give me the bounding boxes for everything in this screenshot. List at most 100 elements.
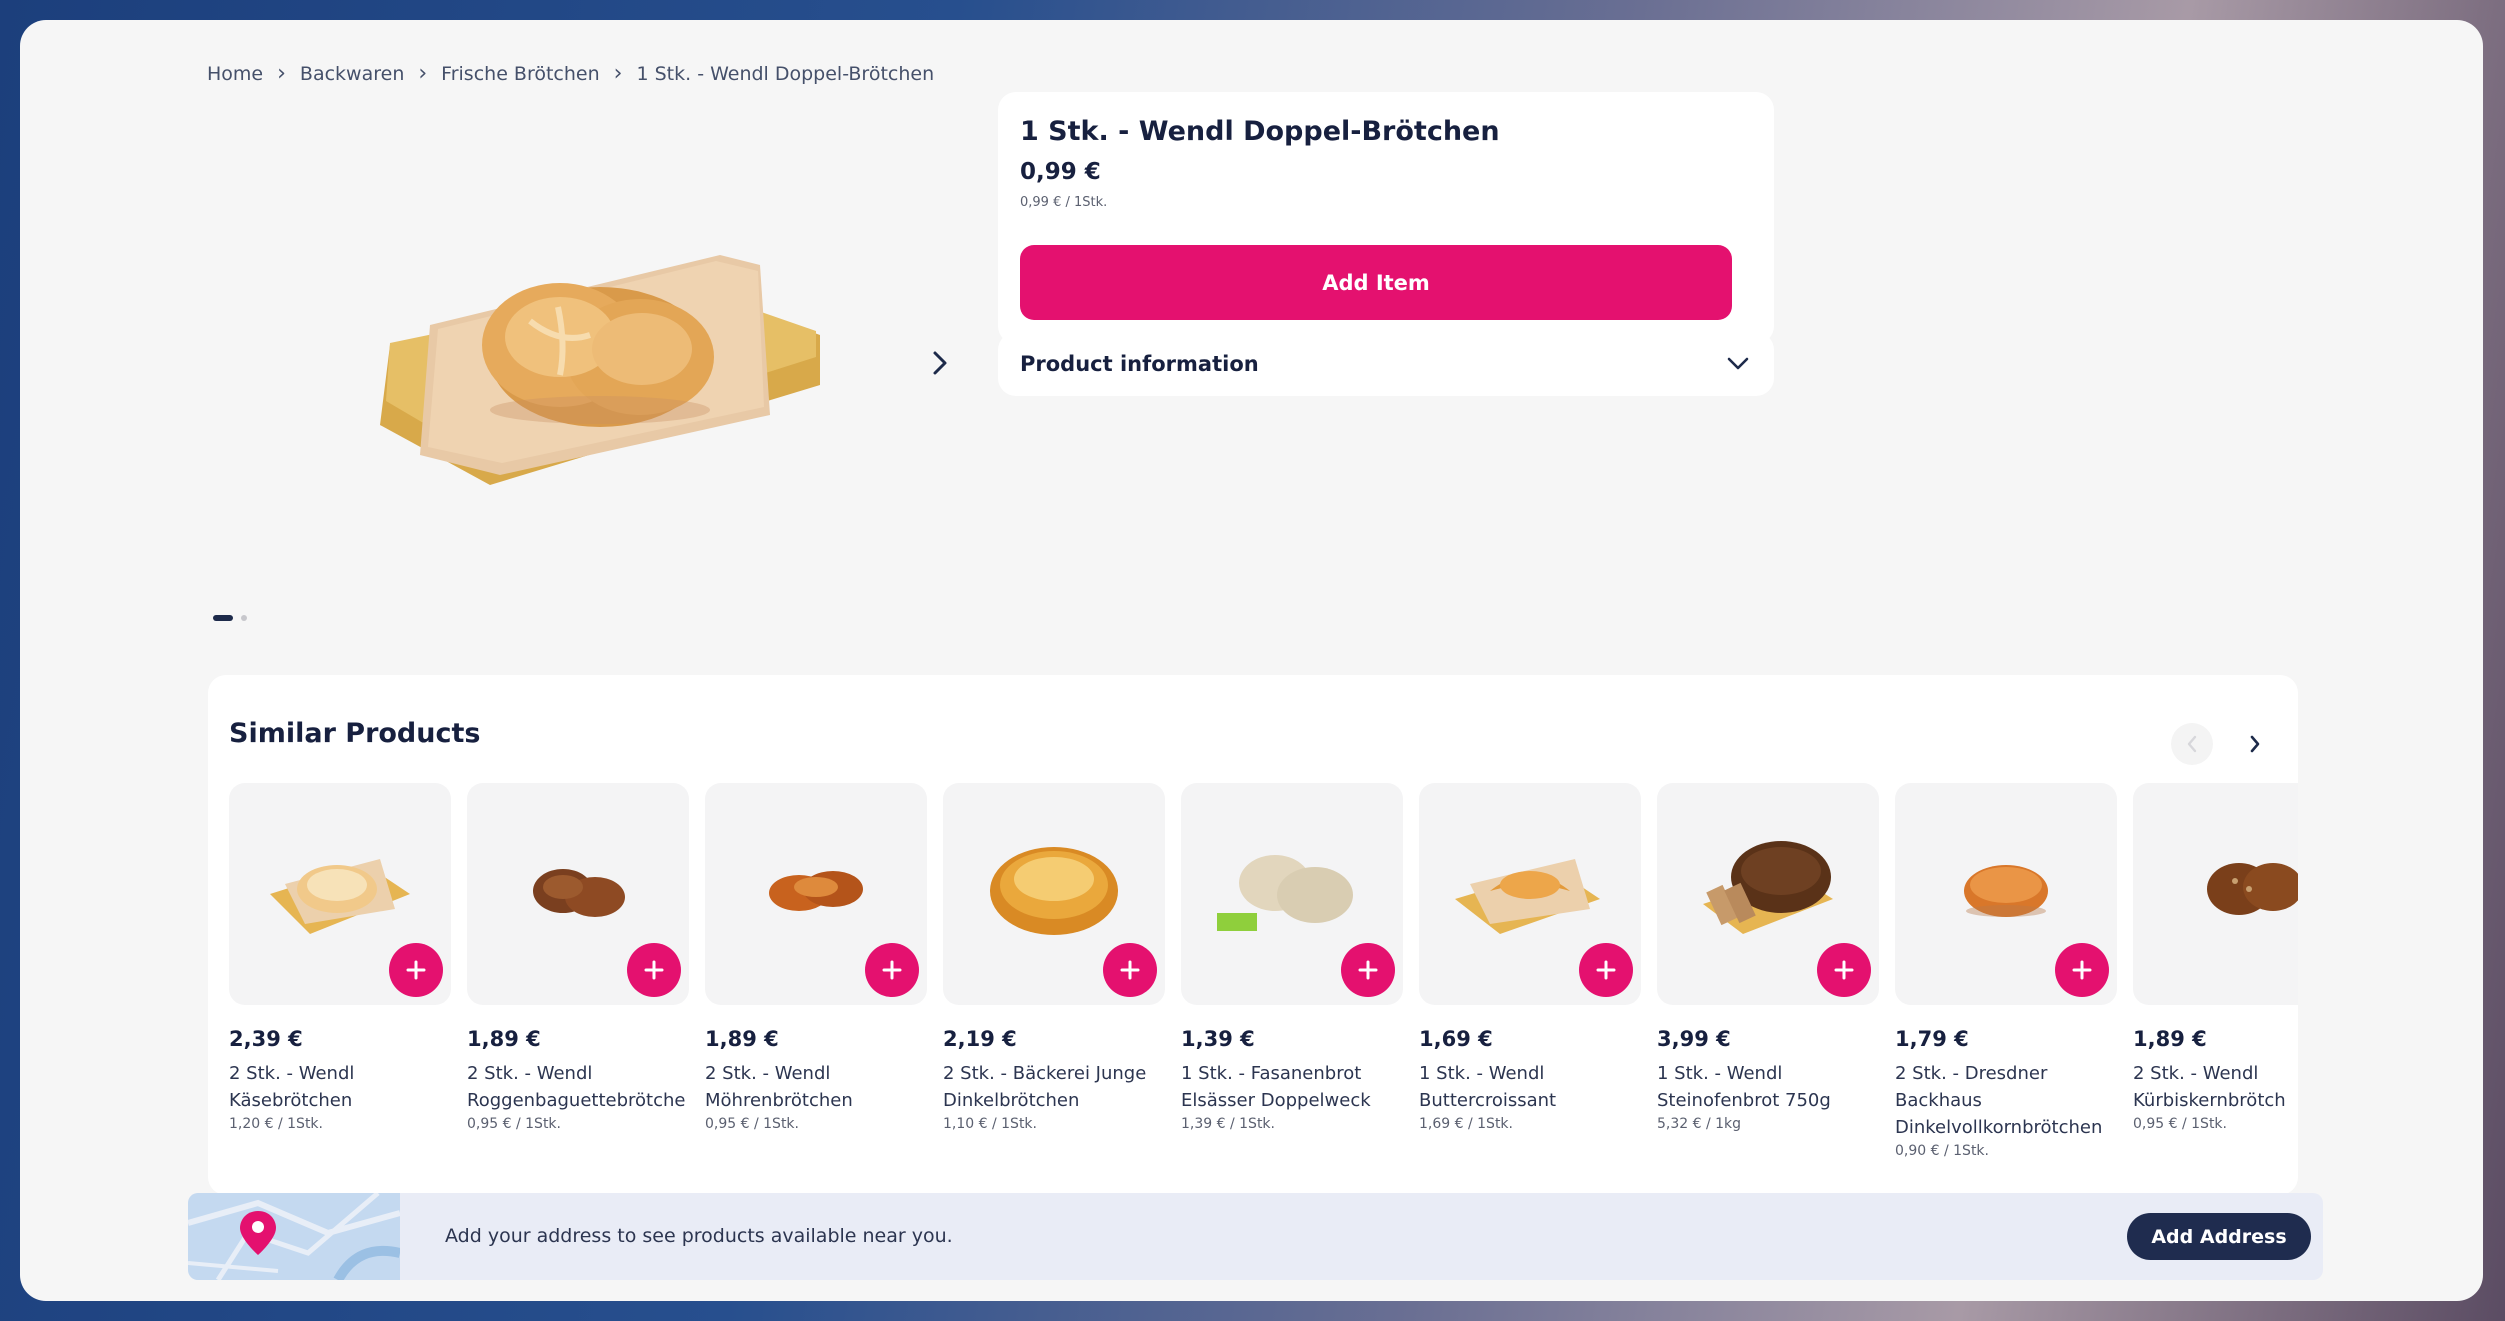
- plus-icon: [1120, 960, 1140, 980]
- product-card-name-line2[interactable]: Elsässer Doppelweck: [1181, 1087, 1403, 1114]
- product-card[interactable]: 1,89 € 2 Stk. - Wendl Möhrenbrötchen 0,9…: [705, 783, 927, 1159]
- product-card[interactable]: 2,39 € 2 Stk. - Wendl Käsebrötchen 1,20 …: [229, 783, 451, 1159]
- product-card[interactable]: 3,99 € 1 Stk. - Wendl Steinofenbrot 750g…: [1657, 783, 1879, 1159]
- add-to-cart-button[interactable]: [389, 943, 443, 997]
- product-card-price: 1,79 €: [1895, 1027, 1969, 1051]
- product-card-name-line1[interactable]: 1 Stk. - Wendl: [1657, 1060, 1879, 1087]
- product-card-name-line1[interactable]: 2 Stk. - Wendl: [467, 1060, 689, 1087]
- product-card[interactable]: 1,69 € 1 Stk. - Wendl Buttercroissant 1,…: [1419, 783, 1641, 1159]
- buy-box: 1 Stk. - Wendl Doppel-Brötchen 0,99 € 0,…: [998, 92, 1774, 344]
- breadcrumb-backwaren[interactable]: Backwaren: [300, 63, 404, 85]
- product-carousel: 2,39 € 2 Stk. - Wendl Käsebrötchen 1,20 …: [229, 783, 2298, 1159]
- product-card-name-line2[interactable]: Buttercroissant: [1419, 1087, 1641, 1114]
- product-card-price: 1,69 €: [1419, 1027, 1493, 1051]
- product-card-name-line2[interactable]: Dinkelbrötchen: [943, 1087, 1165, 1114]
- product-card-unit-price: 0,95 € / 1Stk.: [467, 1116, 561, 1132]
- similar-products-title: Similar Products: [229, 718, 481, 749]
- breadcrumb-home[interactable]: Home: [207, 63, 263, 85]
- similar-products-section: Similar Products 2,39 € 2 Stk. - Wendl K…: [208, 675, 2298, 1195]
- chevron-down-icon: [1727, 357, 1749, 370]
- product-card-price: 1,39 €: [1181, 1027, 1255, 1051]
- chevron-left-icon: [2187, 735, 2197, 753]
- product-price: 0,99 €: [1020, 159, 1101, 185]
- product-card[interactable]: 1,89 € 2 Stk. - Wendl Roggenbaguettebröt…: [467, 783, 689, 1159]
- product-card-name-line1[interactable]: 2 Stk. - Bäckerei Junge: [943, 1060, 1165, 1087]
- plus-icon: [1358, 960, 1378, 980]
- plus-icon: [1834, 960, 1854, 980]
- product-card-name-line1[interactable]: 2 Stk. - Wendl: [2133, 1060, 2298, 1087]
- product-card-name-line3[interactable]: Dinkelvollkornbrötchen: [1895, 1114, 2117, 1141]
- product-information-label: Product information: [1020, 352, 1259, 376]
- add-to-cart-button[interactable]: [1341, 943, 1395, 997]
- app-window: Home › Backwaren › Frische Brötchen › 1 …: [20, 20, 2483, 1301]
- product-thumbnail[interactable]: [1419, 783, 1641, 1005]
- product-thumbnail[interactable]: [1181, 783, 1403, 1005]
- product-card-name-line2[interactable]: Käsebrötchen: [229, 1087, 451, 1114]
- product-card-unit-price: 1,69 € / 1Stk.: [1419, 1116, 1513, 1132]
- product-thumbnail[interactable]: [1895, 783, 2117, 1005]
- breadcrumb-frische-broetchen[interactable]: Frische Brötchen: [441, 63, 599, 85]
- product-card-unit-price: 5,32 € / 1kg: [1657, 1116, 1742, 1132]
- carousel-next-button[interactable]: [2234, 723, 2276, 765]
- plus-icon: [644, 960, 664, 980]
- address-prompt: Add your address to see products availab…: [445, 1225, 953, 1247]
- product-thumbnail[interactable]: [467, 783, 689, 1005]
- chevron-right-icon: ›: [613, 61, 623, 86]
- add-to-cart-button[interactable]: [627, 943, 681, 997]
- product-card-name-line2[interactable]: Steinofenbrot 750g: [1657, 1087, 1879, 1114]
- add-to-cart-button[interactable]: [865, 943, 919, 997]
- add-to-cart-button[interactable]: [1817, 943, 1871, 997]
- product-thumbnail[interactable]: [2133, 783, 2298, 1005]
- product-card-name-line1[interactable]: 1 Stk. - Fasanenbrot: [1181, 1060, 1403, 1087]
- product-card-name-line2[interactable]: Roggenbaguettebrötche: [467, 1087, 689, 1114]
- product-card-price: 1,89 €: [2133, 1027, 2207, 1051]
- plus-icon: [406, 960, 426, 980]
- product-card-unit-price: 0,95 € / 1Stk.: [2133, 1116, 2227, 1132]
- add-to-cart-button[interactable]: [2055, 943, 2109, 997]
- product-thumbnail[interactable]: [229, 783, 451, 1005]
- product-thumbnail[interactable]: [943, 783, 1165, 1005]
- chevron-right-icon: [2250, 735, 2260, 753]
- product-thumbnail[interactable]: [1657, 783, 1879, 1005]
- product-title: 1 Stk. - Wendl Doppel-Brötchen: [1020, 116, 1500, 147]
- product-card-name-line2[interactable]: Backhaus: [1895, 1087, 2117, 1114]
- product-card-name-line1[interactable]: 1 Stk. - Wendl: [1419, 1060, 1641, 1087]
- product-card-name-line1[interactable]: 2 Stk. - Dresdner: [1895, 1060, 2117, 1087]
- product-information-toggle[interactable]: Product information: [998, 332, 1774, 396]
- gallery-pagination: [213, 615, 247, 621]
- add-address-button[interactable]: Add Address: [2127, 1213, 2311, 1260]
- product-card-unit-price: 0,95 € / 1Stk.: [705, 1116, 799, 1132]
- chevron-right-icon: ›: [277, 61, 286, 86]
- gallery-next-button[interactable]: [920, 343, 960, 383]
- product-card-price: 2,19 €: [943, 1027, 1017, 1051]
- product-card[interactable]: 2,19 € 2 Stk. - Bäckerei Junge Dinkelbrö…: [943, 783, 1165, 1159]
- product-card-price: 2,39 €: [229, 1027, 303, 1051]
- gallery-dot-active[interactable]: [213, 615, 233, 621]
- address-banner: Add your address to see products availab…: [188, 1193, 2323, 1280]
- carousel-prev-button[interactable]: [2171, 723, 2213, 765]
- product-card-unit-price: 0,90 € / 1Stk.: [1895, 1143, 1989, 1159]
- product-card[interactable]: 1,79 € 2 Stk. - Dresdner Backhaus Dinkel…: [1895, 783, 2117, 1159]
- add-item-button[interactable]: Add Item: [1020, 245, 1732, 320]
- chevron-right-icon: ›: [418, 61, 428, 86]
- product-card-name-line1[interactable]: 2 Stk. - Wendl: [229, 1060, 451, 1087]
- product-image: [360, 225, 820, 505]
- product-card[interactable]: 1,89 € 2 Stk. - Wendl Kürbiskernbrötch 0…: [2133, 783, 2298, 1159]
- plus-icon: [2072, 960, 2092, 980]
- breadcrumb-current: 1 Stk. - Wendl Doppel-Brötchen: [636, 62, 935, 85]
- product-thumbnail[interactable]: [705, 783, 927, 1005]
- map-thumbnail: [188, 1193, 400, 1280]
- product-unit-price: 0,99 € / 1Stk.: [1020, 195, 1108, 210]
- product-card[interactable]: 1,39 € 1 Stk. - Fasanenbrot Elsässer Dop…: [1181, 783, 1403, 1159]
- product-card-name-line2[interactable]: Möhrenbrötchen: [705, 1087, 927, 1114]
- gallery-dot[interactable]: [241, 615, 247, 621]
- add-to-cart-button[interactable]: [1579, 943, 1633, 997]
- product-card-name-line1[interactable]: 2 Stk. - Wendl: [705, 1060, 927, 1087]
- chevron-right-icon: [933, 351, 947, 375]
- product-card-unit-price: 1,20 € / 1Stk.: [229, 1116, 323, 1132]
- product-card-price: 1,89 €: [705, 1027, 779, 1051]
- plus-icon: [1596, 960, 1616, 980]
- add-to-cart-button[interactable]: [1103, 943, 1157, 997]
- product-card-price: 3,99 €: [1657, 1027, 1731, 1051]
- product-card-name-line2[interactable]: Kürbiskernbrötch: [2133, 1087, 2298, 1114]
